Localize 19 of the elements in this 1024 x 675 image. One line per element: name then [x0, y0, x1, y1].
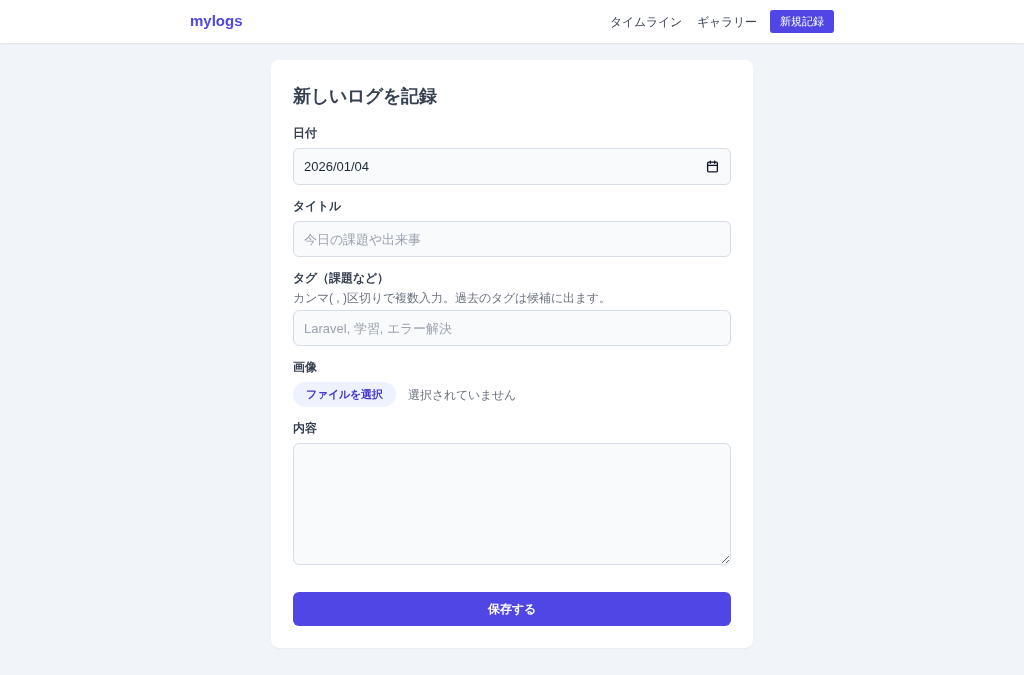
new-entry-button[interactable]: 新規記録 — [770, 10, 834, 33]
save-button[interactable]: 保存する — [293, 592, 731, 626]
text-field[interactable]: 今日の課題や出来事 — [293, 221, 731, 257]
content-field[interactable] — [293, 443, 731, 565]
form-title: 新しいログを記録 — [293, 85, 438, 108]
field-label: 日付 — [293, 125, 318, 142]
calendar-icon[interactable] — [706, 160, 719, 173]
field-hint: カンマ( , )区切りで複数入力。過去のタグは候補に出ます。 — [293, 291, 612, 305]
field-label: 画像 — [293, 359, 318, 376]
field-label: タイトル — [293, 198, 342, 215]
field-label: 内容 — [293, 420, 318, 437]
nav-link[interactable]: ギャラリー — [697, 12, 757, 31]
field-label: タグ（課題など） — [293, 270, 390, 287]
file-status: 選択されていません — [408, 386, 516, 404]
choose-file-button[interactable]: ファイルを選択 — [293, 382, 396, 407]
nav-link[interactable]: タイムライン — [610, 12, 682, 31]
date-field[interactable]: 2026/01/04 — [293, 148, 731, 185]
logo[interactable]: mylogs — [190, 10, 243, 33]
text-field[interactable]: Laravel, 学習, エラー解決 — [293, 310, 731, 346]
